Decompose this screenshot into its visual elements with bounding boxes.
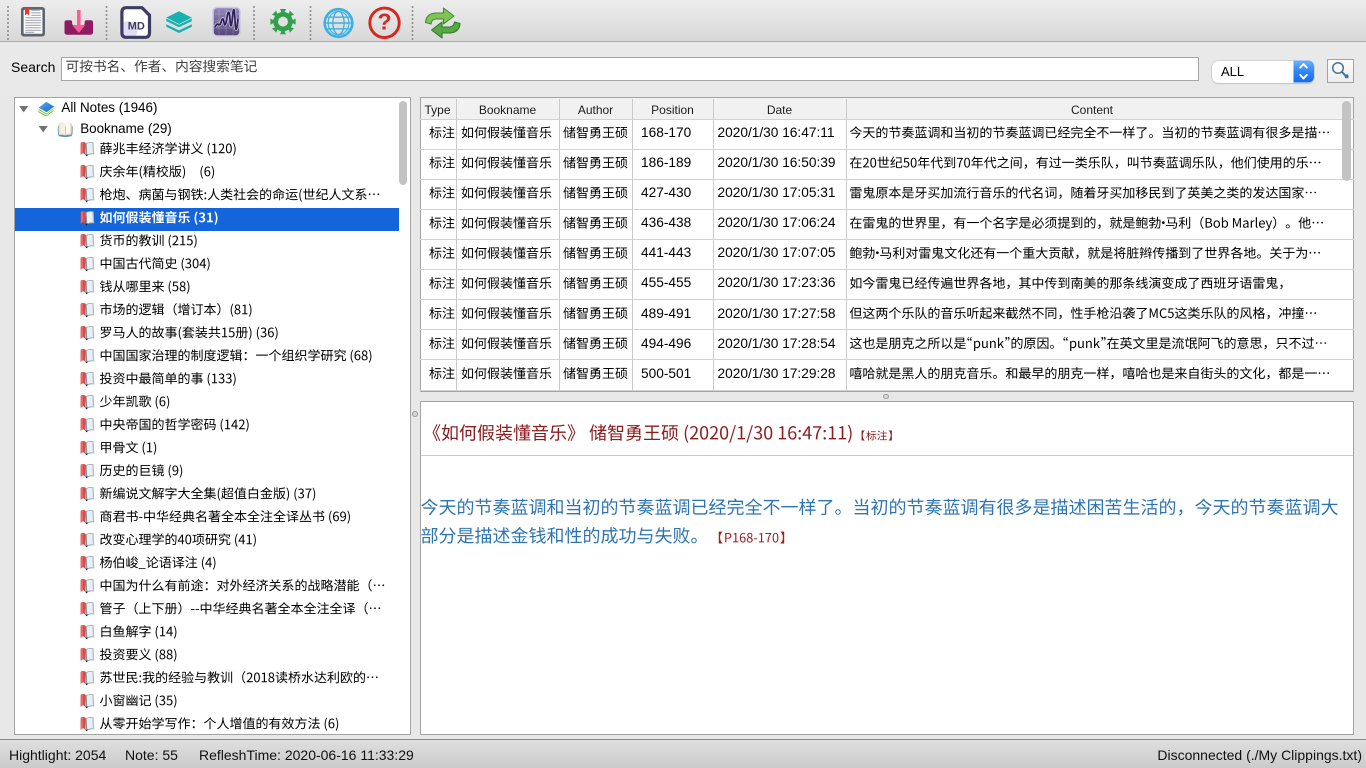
svg-text:MD: MD: [128, 20, 145, 32]
svg-text:?: ?: [377, 9, 391, 35]
